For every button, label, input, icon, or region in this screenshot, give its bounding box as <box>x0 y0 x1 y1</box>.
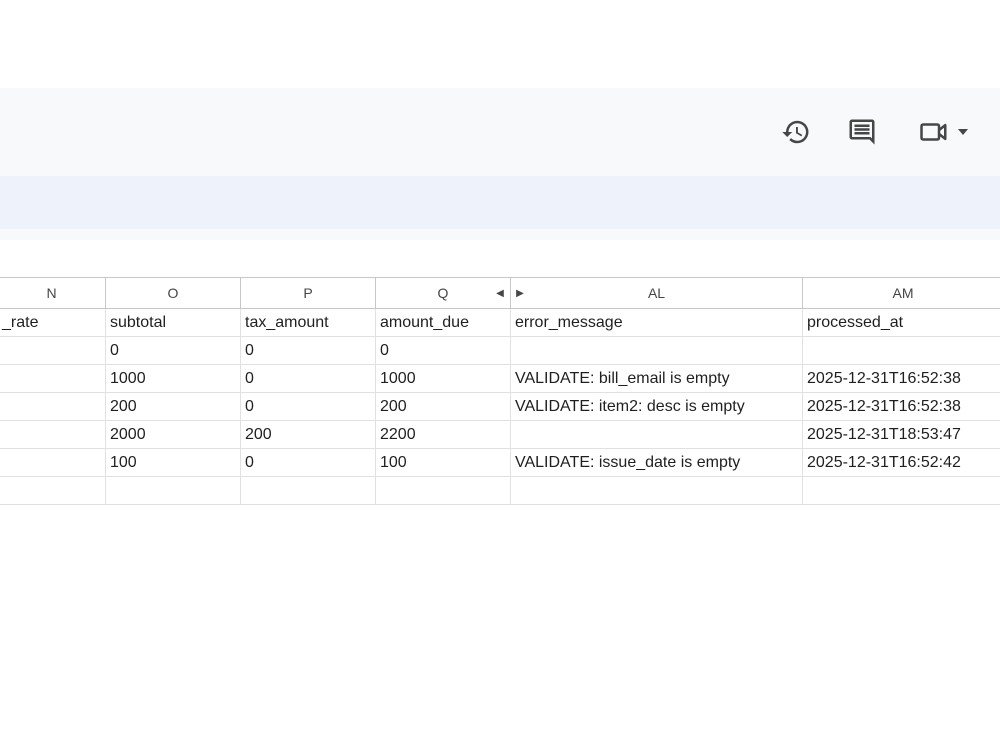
meet-call-icon <box>920 123 947 141</box>
cell-P[interactable]: 0 <box>241 449 376 476</box>
column-header-AM[interactable]: AM <box>803 278 1000 308</box>
version-history-icon <box>782 120 809 144</box>
cell-AL[interactable]: VALIDATE: issue_date is empty <box>511 449 803 476</box>
cell-Q[interactable]: amount_due <box>376 309 511 336</box>
cell-AL[interactable] <box>511 477 803 504</box>
column-header-O[interactable]: O <box>106 278 241 308</box>
cell-AM[interactable]: 2025-12-31T16:52:38 <box>803 393 1000 420</box>
toolbar <box>0 176 1000 229</box>
table-row: 2000 200 2200 2025-12-31T18:53:47 <box>0 421 1000 449</box>
cell-P[interactable]: 0 <box>241 337 376 364</box>
cell-AL[interactable] <box>511 337 803 364</box>
cell-AL[interactable] <box>511 421 803 448</box>
column-header-AL[interactable]: AL <box>511 278 803 308</box>
comments-icon <box>849 119 875 145</box>
meet-call-button[interactable] <box>908 110 978 154</box>
cell-AM[interactable]: 2025-12-31T16:52:38 <box>803 365 1000 392</box>
cell-P[interactable]: tax_amount <box>241 309 376 336</box>
cell-AL[interactable]: VALIDATE: item2: desc is empty <box>511 393 803 420</box>
cell-Q[interactable]: 1000 <box>376 365 511 392</box>
version-history-button[interactable] <box>774 110 818 154</box>
cell-Q[interactable]: 2200 <box>376 421 511 448</box>
cell-N[interactable] <box>0 477 106 504</box>
cell-O[interactable]: 200 <box>106 393 241 420</box>
cell-N[interactable] <box>0 421 106 448</box>
cell-AM[interactable]: 2025-12-31T18:53:47 <box>803 421 1000 448</box>
cell-N[interactable] <box>0 365 106 392</box>
cell-N[interactable] <box>0 337 106 364</box>
column-header-N[interactable]: N <box>0 278 106 308</box>
cell-Q[interactable]: 100 <box>376 449 511 476</box>
table-row <box>0 477 1000 505</box>
cell-Q[interactable]: 200 <box>376 393 511 420</box>
column-header-P[interactable]: P <box>241 278 376 308</box>
cell-Q[interactable]: 0 <box>376 337 511 364</box>
cell-O[interactable]: subtotal <box>106 309 241 336</box>
table-row: _rate subtotal tax_amount amount_due error_m… <box>0 309 1000 337</box>
table-row: 100 0 100 VALIDATE: issue_date is empty 2025… <box>0 449 1000 477</box>
cell-P[interactable]: 200 <box>241 421 376 448</box>
cell-AL[interactable]: error_message <box>511 309 803 336</box>
cell-AM[interactable]: 2025-12-31T16:52:42 <box>803 449 1000 476</box>
spreadsheet-grid[interactable]: N O P Q ◀ ▶ AL AM _rate subtotal tax_amoun… <box>0 277 1000 517</box>
comments-button[interactable] <box>840 110 884 154</box>
cell-P[interactable]: 0 <box>241 365 376 392</box>
cell-O[interactable] <box>106 477 241 504</box>
hidden-columns-left-arrow-icon[interactable]: ◀ <box>495 278 505 308</box>
cell-O[interactable]: 1000 <box>106 365 241 392</box>
cell-AM[interactable]: processed_at <box>803 309 1000 336</box>
cell-N[interactable] <box>0 393 106 420</box>
column-header-row: N O P Q ◀ ▶ AL AM <box>0 277 1000 309</box>
cell-Q[interactable] <box>376 477 511 504</box>
formula-bar-area <box>0 229 1000 240</box>
app-header <box>0 88 1000 176</box>
cell-N[interactable] <box>0 449 106 476</box>
cell-N[interactable]: _rate <box>0 309 106 336</box>
cell-O[interactable]: 0 <box>106 337 241 364</box>
cell-O[interactable]: 100 <box>106 449 241 476</box>
cell-AM[interactable] <box>803 337 1000 364</box>
cell-AM[interactable] <box>803 477 1000 504</box>
window-top-blank <box>0 0 1000 88</box>
chevron-down-icon <box>958 129 968 135</box>
cell-P[interactable]: 0 <box>241 393 376 420</box>
table-row: 000 <box>0 337 1000 365</box>
cell-O[interactable]: 2000 <box>106 421 241 448</box>
cell-P[interactable] <box>241 477 376 504</box>
cell-AL[interactable]: VALIDATE: bill_email is empty <box>511 365 803 392</box>
table-row: 1000 0 1000 VALIDATE: bill_email is empty 20… <box>0 365 1000 393</box>
table-row: 200 0 200 VALIDATE: item2: desc is empty 202… <box>0 393 1000 421</box>
column-header-Q[interactable]: Q <box>376 278 511 308</box>
